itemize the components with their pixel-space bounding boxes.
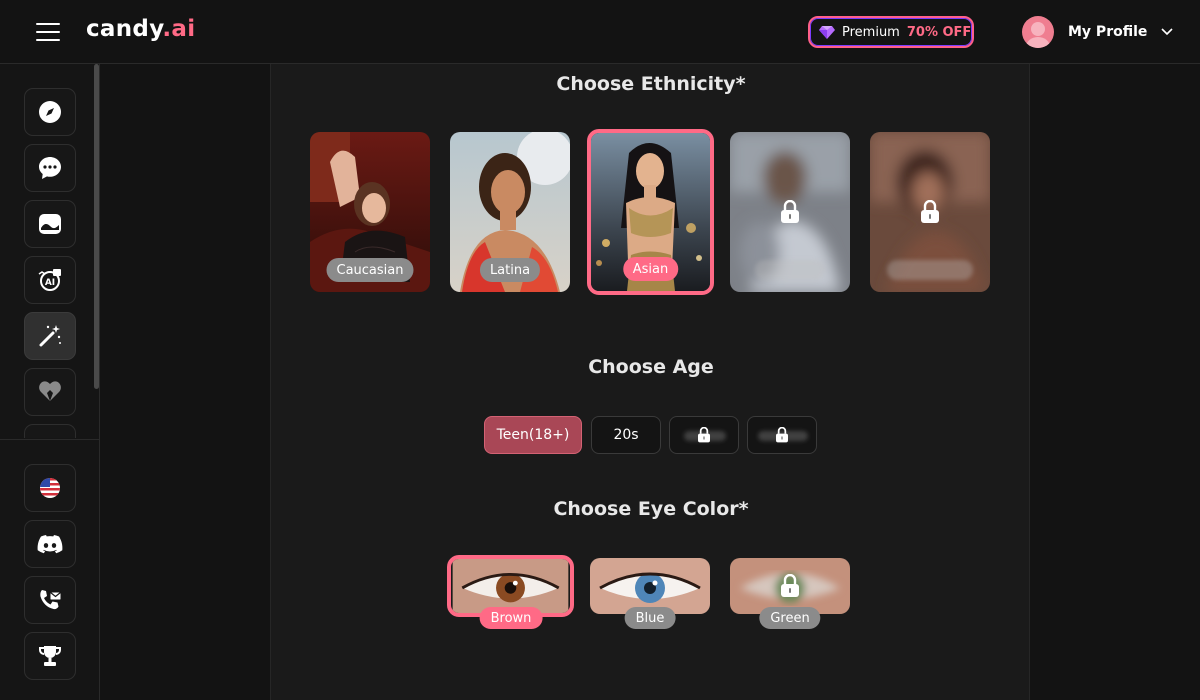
premium-discount: 70% OFF (906, 24, 972, 40)
age-option-20s[interactable]: 20s (591, 416, 661, 454)
eye-label: Green (759, 607, 821, 629)
lock-icon (781, 200, 799, 223)
ethnicity-label: Asian (622, 257, 679, 281)
svg-text:AI: AI (45, 278, 55, 288)
premium-label: Premium (842, 24, 900, 40)
ethnicity-card-latina[interactable]: Latina (450, 132, 570, 292)
sidebar-item-my-ai[interactable] (24, 368, 76, 416)
sidebar-item-leaderboard[interactable] (24, 632, 76, 680)
ethnicity-card-locked-1[interactable] (730, 132, 850, 292)
character-builder-panel: Choose Ethnicity* Caucasian Latina Asian… (270, 64, 1030, 700)
ethnicity-label: Latina (479, 258, 541, 282)
lock-icon (921, 200, 939, 223)
hamburger-menu-icon[interactable] (36, 23, 60, 41)
heart-hands-icon (39, 381, 61, 401)
hidden-label (755, 260, 825, 280)
blue-eye-image (590, 558, 710, 614)
sidebar-item-contact[interactable] (24, 576, 76, 624)
chevron-down-icon (1161, 28, 1173, 36)
compass-icon (39, 101, 61, 123)
eye-option-blue[interactable] (590, 558, 710, 614)
age-title: Choose Age (588, 356, 714, 378)
eye-label: Brown (479, 607, 543, 629)
logo[interactable]: candy.ai (86, 16, 195, 42)
sidebar-divider (0, 439, 100, 440)
discord-icon (37, 535, 63, 554)
sidebar: AI (0, 64, 100, 700)
age-label: Teen(18+) (496, 427, 570, 443)
trophy-icon (39, 646, 61, 666)
age-label: 20s (613, 427, 639, 443)
ethnicity-title: Choose Ethnicity* (556, 73, 746, 95)
age-option-locked-1[interactable] (669, 416, 739, 454)
sidebar-item-chat[interactable] (24, 144, 76, 192)
sidebar-scrollbar[interactable] (94, 64, 99, 389)
top-bar: candy.ai Premium 70% OFF My Profile (0, 0, 1200, 64)
eye-option-green[interactable] (730, 558, 850, 614)
lock-icon (781, 574, 799, 597)
premium-button[interactable]: Premium 70% OFF (808, 16, 974, 48)
ethnicity-card-caucasian[interactable]: Caucasian (310, 132, 430, 292)
image-icon (39, 214, 61, 234)
brown-eye-image (452, 559, 569, 613)
gem-icon (819, 26, 835, 39)
avatar (1022, 16, 1054, 48)
profile-menu[interactable]: My Profile (1022, 16, 1173, 48)
chat-bubble-icon (39, 157, 61, 179)
sidebar-item-language[interactable] (24, 464, 76, 512)
magic-wand-icon (39, 325, 61, 347)
ethnicity-card-asian[interactable]: Asian (587, 129, 714, 295)
sidebar-item-generate-image[interactable]: AI (24, 256, 76, 304)
sidebar-item-explore[interactable] (24, 88, 76, 136)
age-option-teen[interactable]: Teen(18+) (484, 416, 582, 454)
sidebar-item-gallery[interactable] (24, 200, 76, 248)
hidden-label (887, 260, 973, 280)
sidebar-item-discord[interactable] (24, 520, 76, 568)
profile-label: My Profile (1068, 24, 1148, 40)
sidebar-item-create-character[interactable] (24, 312, 76, 360)
logo-text: candy (86, 16, 163, 42)
phone-mail-icon (40, 590, 62, 610)
ethnicity-card-locked-2[interactable] (870, 132, 990, 292)
lock-icon (776, 427, 788, 443)
ethnicity-label: Caucasian (326, 258, 414, 282)
logo-ai-text: .ai (162, 16, 196, 42)
age-option-locked-2[interactable] (747, 416, 817, 454)
eye-color-title: Choose Eye Color* (553, 498, 749, 520)
lock-icon (698, 427, 710, 443)
eye-label: Blue (624, 607, 676, 629)
us-flag-icon (40, 478, 60, 498)
sidebar-item-more[interactable] (24, 424, 76, 438)
ai-image-icon: AI (38, 269, 61, 291)
